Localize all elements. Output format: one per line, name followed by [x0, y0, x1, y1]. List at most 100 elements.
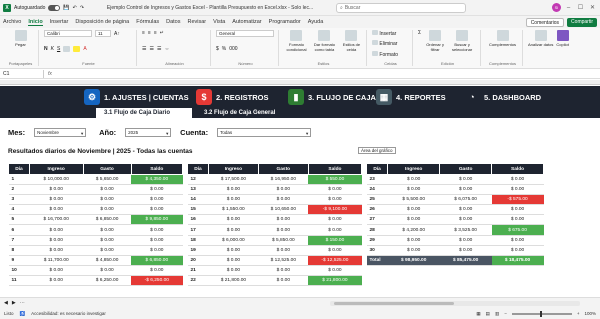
- menu-programador[interactable]: Programador: [269, 19, 301, 25]
- balance-cell[interactable]: $ 0.00: [131, 204, 183, 216]
- income-cell[interactable]: $ 0.00: [208, 255, 259, 266]
- expense-cell[interactable]: $ 0.00: [439, 235, 492, 246]
- day-cell[interactable]: 5: [8, 214, 30, 226]
- expense-cell[interactable]: $ 0.00: [83, 265, 132, 276]
- cell-styles-button[interactable]: Estilos de celda: [340, 30, 363, 52]
- cond-format-button[interactable]: Formato condicional: [284, 30, 309, 52]
- balance-cell[interactable]: $ 0.00: [491, 204, 544, 216]
- insert-button[interactable]: Insertar: [372, 30, 409, 37]
- expense-cell[interactable]: $ 16,950.00: [258, 174, 309, 186]
- zoom-slider[interactable]: [511, 310, 572, 317]
- day-cell[interactable]: 25: [366, 194, 388, 206]
- balance-cell[interactable]: -$ 9,100.00: [308, 204, 362, 216]
- currency-icon[interactable]: $: [216, 46, 219, 52]
- redo-icon[interactable]: ↷: [80, 5, 84, 11]
- prev-sheet-icon[interactable]: ◀: [4, 300, 8, 306]
- day-cell[interactable]: 29: [366, 235, 388, 246]
- menu-disposicion[interactable]: Disposición de página: [75, 19, 129, 25]
- income-cell[interactable]: $ 0.00: [208, 265, 259, 276]
- subtab-general[interactable]: 3.2 Flujo de Caja General: [196, 108, 283, 118]
- menu-automatizar[interactable]: Automatizar: [232, 19, 261, 25]
- nav-tab-ajustes[interactable]: ⚙ 1. AJUSTES | CUENTAS: [80, 87, 190, 107]
- font-color-icon[interactable]: A: [83, 46, 86, 52]
- format-table-button[interactable]: Dar formato como tabla: [312, 30, 337, 52]
- normal-view-icon[interactable]: ▦: [476, 311, 480, 317]
- income-cell[interactable]: $ 0.00: [387, 184, 440, 196]
- comments-button[interactable]: Comentarios: [525, 17, 565, 27]
- nav-tab-dashboard[interactable]: ◔ 5. DASHBOARD: [460, 87, 560, 107]
- align-top-icon[interactable]: ≡: [142, 30, 145, 36]
- day-cell[interactable]: 12: [187, 174, 209, 186]
- day-cell[interactable]: 8: [8, 245, 30, 256]
- income-cell[interactable]: $ 0.00: [208, 184, 259, 196]
- close-icon[interactable]: ✕: [588, 4, 597, 11]
- expense-cell[interactable]: $ 0.00: [258, 245, 309, 256]
- income-cell[interactable]: $ 0.00: [387, 235, 440, 246]
- balance-cell[interactable]: $ 0.00: [308, 224, 362, 236]
- income-cell[interactable]: $ 0.00: [29, 204, 84, 216]
- balance-cell[interactable]: $ 0.00: [131, 184, 183, 196]
- day-cell[interactable]: 11: [8, 275, 30, 287]
- income-cell[interactable]: $ 0.00: [387, 204, 440, 216]
- balance-cell[interactable]: $ 0.00: [308, 245, 362, 256]
- balance-cell[interactable]: $ 550.00: [308, 174, 362, 186]
- day-cell[interactable]: 24: [366, 184, 388, 196]
- income-cell[interactable]: $ 0.00: [29, 275, 84, 287]
- page-break-icon[interactable]: ▥: [495, 311, 499, 317]
- day-cell[interactable]: 27: [366, 214, 388, 226]
- percent-icon[interactable]: %: [222, 46, 226, 52]
- total-balance[interactable]: $ 18,475.00: [491, 255, 544, 266]
- more-sheets-icon[interactable]: ⋯: [20, 300, 25, 306]
- accessibility-status[interactable]: Accesibilidad: es necesario investigar: [31, 311, 106, 316]
- balance-cell[interactable]: $ 9,850.00: [131, 214, 183, 226]
- income-cell[interactable]: $ 0.00: [208, 224, 259, 236]
- income-cell[interactable]: $ 0.00: [387, 174, 440, 186]
- income-cell[interactable]: $ 6,000.00: [208, 235, 259, 246]
- underline-icon[interactable]: S: [57, 46, 60, 52]
- balance-cell[interactable]: $ 0.00: [308, 184, 362, 196]
- expense-cell[interactable]: $ 10,650.00: [258, 204, 309, 216]
- search-box[interactable]: ⌕ Buscar: [336, 2, 466, 13]
- expense-cell[interactable]: $ 0.00: [83, 235, 132, 246]
- number-format-select[interactable]: General: [216, 30, 274, 37]
- day-cell[interactable]: 28: [366, 224, 388, 236]
- expense-cell[interactable]: $ 0.00: [258, 184, 309, 196]
- income-cell[interactable]: $ 0.00: [208, 194, 259, 206]
- balance-cell[interactable]: -$ 6,250.00: [131, 275, 183, 287]
- zoom-out-icon[interactable]: −: [504, 311, 507, 316]
- align-right-icon[interactable]: ☰: [157, 46, 161, 52]
- anio-select[interactable]: 2025 ▼: [125, 128, 172, 137]
- income-cell[interactable]: $ 0.00: [387, 245, 440, 256]
- balance-cell[interactable]: $ 0.00: [131, 245, 183, 256]
- align-left-icon[interactable]: ☰: [142, 46, 146, 52]
- income-cell[interactable]: $ 11,700.00: [29, 255, 84, 266]
- income-cell[interactable]: $ 0.00: [29, 224, 84, 236]
- day-cell[interactable]: 15: [187, 204, 209, 216]
- align-middle-icon[interactable]: ≡: [148, 30, 151, 36]
- income-cell[interactable]: $ 0.00: [387, 214, 440, 226]
- sort-button[interactable]: Ordenar y filtrar: [424, 30, 446, 52]
- name-box[interactable]: C1: [0, 69, 44, 78]
- merge-icon[interactable]: ⇔: [164, 46, 169, 52]
- balance-cell[interactable]: $ 4,350.00: [131, 174, 183, 186]
- balance-cell[interactable]: $ 0.00: [491, 184, 544, 196]
- analyze-button[interactable]: Analizar datos: [528, 30, 553, 47]
- expense-cell[interactable]: $ 0.00: [439, 174, 492, 186]
- menu-vista[interactable]: Vista: [213, 19, 225, 25]
- expense-cell[interactable]: $ 0.00: [439, 214, 492, 226]
- income-cell[interactable]: $ 5,500.00: [387, 194, 440, 206]
- expense-cell[interactable]: $ 5,650.00: [83, 174, 132, 186]
- fx-icon[interactable]: fx: [44, 71, 56, 77]
- income-cell[interactable]: $ 0.00: [29, 245, 84, 256]
- zoom-in-icon[interactable]: +: [577, 311, 580, 316]
- expense-cell[interactable]: $ 0.00: [83, 224, 132, 236]
- maximize-icon[interactable]: ☐: [576, 4, 585, 11]
- menu-ayuda[interactable]: Ayuda: [308, 19, 324, 25]
- day-cell[interactable]: 6: [8, 224, 30, 236]
- expense-cell[interactable]: $ 0.00: [439, 245, 492, 256]
- border-icon[interactable]: [63, 46, 71, 52]
- balance-cell[interactable]: $ 0.00: [491, 235, 544, 246]
- comma-icon[interactable]: 000: [229, 46, 237, 52]
- wrap-icon[interactable]: ↵: [160, 30, 164, 36]
- balance-cell[interactable]: $ 675.00: [491, 224, 544, 236]
